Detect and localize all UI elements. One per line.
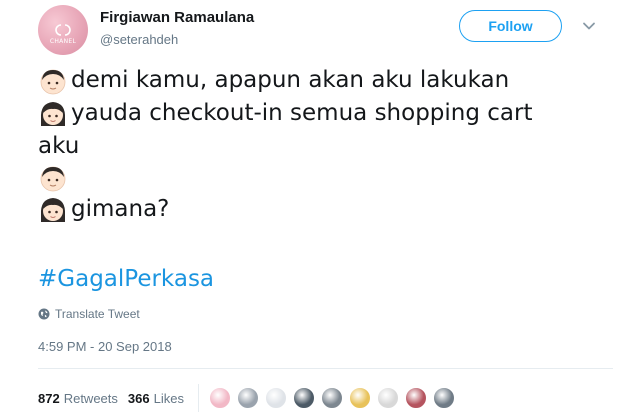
- follow-button[interactable]: Follow: [459, 10, 562, 42]
- author-handle[interactable]: @seterahdeh: [100, 32, 178, 47]
- likes-count: 366: [127, 390, 150, 406]
- globe-icon: [38, 308, 50, 320]
- divider: [38, 368, 613, 369]
- author-name[interactable]: Firgiawan Ramaulana: [100, 9, 254, 26]
- liker-avatar[interactable]: [208, 387, 231, 409]
- tweet-line: [38, 163, 598, 193]
- liker-avatars: [208, 387, 461, 409]
- liker-avatar[interactable]: [432, 387, 455, 409]
- retweets-stat[interactable]: 872 Retweets: [38, 391, 118, 406]
- tweet-timestamp[interactable]: 4:59 PM - 20 Sep 2018: [38, 339, 172, 354]
- tweet-line: aku: [38, 130, 598, 163]
- girl-emoji-icon: [40, 101, 66, 126]
- tweet-line: demi kamu, apapun akan aku lakukan: [38, 64, 598, 97]
- avatar[interactable]: CHANEL: [38, 5, 88, 55]
- tweet-stats: 872 Retweets 366 Likes: [38, 384, 461, 412]
- liker-avatar[interactable]: [404, 387, 427, 409]
- liker-avatar[interactable]: [292, 387, 315, 409]
- retweets-count: 872: [38, 390, 60, 406]
- liker-avatar[interactable]: [376, 387, 399, 409]
- boy-emoji-icon: [40, 166, 66, 192]
- likes-label: Likes: [153, 390, 184, 406]
- liker-avatar[interactable]: [236, 387, 259, 409]
- tweet-line: gimana?: [38, 193, 598, 226]
- avatar-brand-text: CHANEL: [49, 38, 77, 45]
- tweet-line-text: yauda checkout-in semua shopping cart: [71, 100, 533, 126]
- tweet-line-text: aku: [38, 133, 80, 159]
- translate-tweet-link[interactable]: Translate Tweet: [38, 307, 140, 321]
- translate-tweet-label: Translate Tweet: [55, 307, 140, 321]
- liker-avatar[interactable]: [348, 387, 371, 409]
- liker-avatar[interactable]: [264, 387, 287, 409]
- tweet-line: yauda checkout-in semua shopping cart: [38, 97, 598, 130]
- liker-avatar[interactable]: [320, 387, 343, 409]
- chanel-logo-icon: [55, 24, 71, 36]
- stats-separator: [197, 384, 199, 412]
- tweet-text: demi kamu, apapun akan aku lakukan yauda…: [38, 64, 598, 226]
- boy-emoji-icon: [40, 69, 66, 94]
- girl-emoji-icon: [40, 197, 66, 222]
- tweet-line-text: demi kamu, apapun akan aku lakukan: [71, 67, 510, 93]
- retweets-label: Retweets: [63, 390, 118, 406]
- chevron-down-icon[interactable]: [582, 19, 596, 33]
- tweet-line-text: gimana?: [71, 196, 170, 222]
- hashtag-link[interactable]: #GagalPerkasa: [38, 266, 214, 292]
- likes-stat[interactable]: 366 Likes: [128, 391, 184, 406]
